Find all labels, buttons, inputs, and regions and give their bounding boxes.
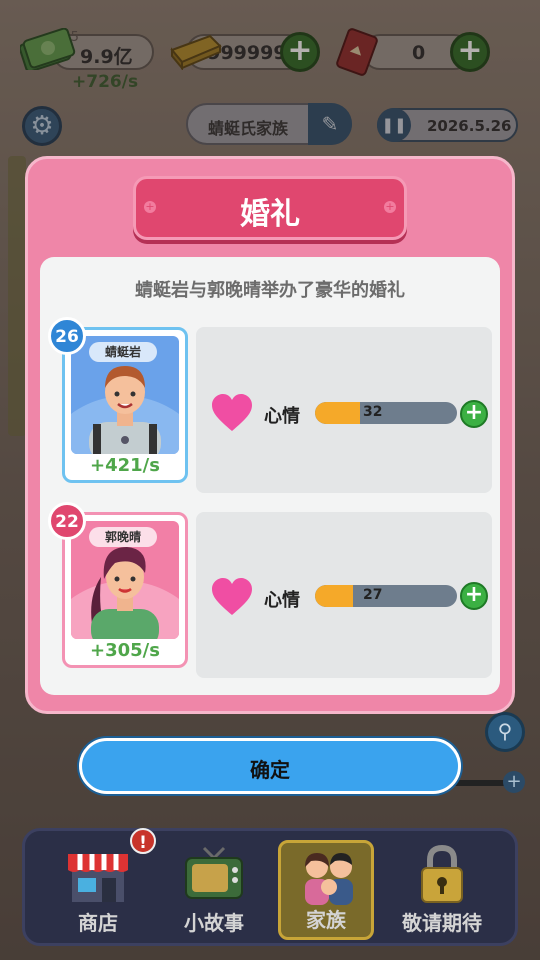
rivet-icon: + [384, 200, 396, 213]
groom-mood-bar: 32 [315, 402, 457, 424]
side-progress-line [452, 780, 506, 786]
nav-label-family: 家族 [306, 908, 346, 932]
mood-label: 心情 [264, 590, 300, 611]
bride-mood-bar: 27 [315, 585, 457, 607]
bride-mood-value: 27 [363, 587, 383, 603]
bride-level-badge: 22 [48, 502, 86, 540]
small-add-button[interactable]: + [503, 771, 525, 793]
groom-level-badge: 26 [48, 317, 86, 355]
nav-label-shop: 商店 [78, 911, 118, 935]
heart-icon [212, 394, 252, 431]
bride-card: 郭晚晴 +305/s [62, 512, 188, 668]
groom-mood-value: 32 [363, 404, 383, 420]
tv-icon [185, 846, 243, 899]
dialog-title-banner: + 婚礼 + [133, 176, 407, 240]
dialog-title: 婚礼 [240, 197, 300, 232]
bride-mood-add-button[interactable]: + [460, 582, 488, 610]
groom-mood-add-button[interactable]: + [460, 400, 488, 428]
shop-icon [68, 854, 128, 902]
groom-name: 蜻蜓岩 [89, 342, 157, 362]
nav-item-shop[interactable]: 商店 [50, 840, 146, 940]
bride-name: 郭晚晴 [89, 527, 157, 547]
shop-alert-badge: ! [130, 828, 156, 854]
family-icon [305, 853, 353, 905]
nav-item-coming-soon[interactable]: 敬请期待 [394, 840, 490, 940]
nav-label-coming-soon: 敬请期待 [402, 911, 482, 935]
heart-icon [212, 578, 252, 615]
confirm-label: 确定 [250, 758, 290, 782]
nav-item-stories[interactable]: 小故事 [166, 840, 262, 940]
dialog-subtitle: 蜻蜓岩与郭晚晴举办了豪华的婚礼 [135, 280, 405, 301]
nav-label-stories: 小故事 [184, 911, 244, 935]
location-pin-icon[interactable]: ⚲ [485, 712, 525, 752]
mood-bar-fill [315, 402, 361, 424]
lock-icon [421, 844, 463, 903]
groom-income: +421/s [90, 455, 160, 476]
mood-label: 心情 [264, 406, 300, 427]
bride-income: +305/s [90, 640, 160, 661]
nav-item-family[interactable]: 家族 [278, 840, 374, 940]
confirm-button[interactable]: 确定 [79, 738, 461, 794]
mood-bar-fill [315, 585, 354, 607]
groom-card: 蜻蜓岩 +421/s [62, 327, 188, 483]
